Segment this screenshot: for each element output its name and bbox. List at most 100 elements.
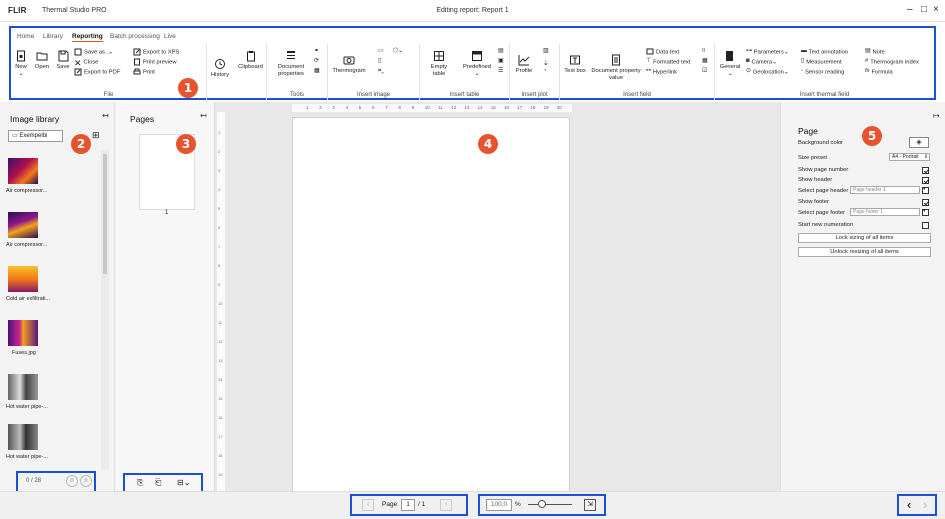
tab-reporting[interactable]: Reporting — [72, 33, 103, 42]
document-properties-button[interactable]: Document properties — [273, 50, 309, 78]
close-button[interactable]: × — [933, 4, 939, 15]
thumbnail-image[interactable] — [8, 266, 38, 292]
thumbnail-image[interactable] — [8, 424, 38, 450]
zoom-input[interactable]: 100,0 — [486, 499, 512, 511]
data-text-button[interactable]: Data text — [646, 48, 679, 56]
list-item[interactable]: Hot water pipe-... — [6, 404, 48, 410]
minimize-button[interactable]: – — [907, 4, 913, 15]
print-button[interactable]: Print — [133, 68, 155, 76]
formatted-text-button[interactable]: ⊤ Formatted text — [646, 58, 690, 66]
save-button[interactable]: Save — [55, 50, 71, 71]
table-icon[interactable]: ▦ — [314, 68, 319, 74]
image-icon[interactable]: ▭ — [378, 48, 383, 54]
checkbox-field-icon[interactable]: ☑ — [702, 68, 707, 74]
duplicate-page-icon[interactable]: ⎗ — [155, 478, 161, 488]
field-table-icon[interactable]: ▦ — [702, 58, 707, 64]
chevron-right-icon[interactable]: › — [923, 497, 927, 512]
collapse-left-icon[interactable]: ↤ — [102, 111, 109, 120]
bar-chart-icon[interactable]: ▥ — [543, 48, 548, 54]
list-item[interactable]: Air compressor... — [6, 188, 47, 194]
thumbnail-image[interactable] — [8, 212, 38, 238]
note-button[interactable]: ▤ Note — [865, 48, 885, 56]
thumbnail-image[interactable] — [8, 374, 38, 400]
pie-chart-icon[interactable]: ◔ — [543, 68, 547, 74]
library-scrollbar-thumb[interactable] — [103, 154, 107, 274]
export-xps-button[interactable]: Export to XPS — [133, 48, 179, 56]
page-layout-icon[interactable]: ⊟⌄ — [177, 478, 190, 487]
camera-field-button[interactable]: ◙ Camera⌄ — [746, 58, 777, 66]
close-document-button[interactable]: ✕ Close — [74, 58, 98, 68]
open-button[interactable]: Open — [34, 50, 50, 71]
fit-page-icon[interactable]: ⇲ — [584, 499, 596, 511]
text-annotation-button[interactable]: ▬ Text annotation — [801, 48, 848, 56]
parameters-button[interactable]: ⊶ Parameters⌄ — [746, 48, 789, 56]
collapse-left-icon[interactable]: ↤ — [200, 111, 207, 120]
remove-image-icon[interactable]: ⊗ — [80, 475, 92, 487]
field-icon[interactable]: ⌑ — [702, 48, 705, 54]
link-icon[interactable]: ⚭ — [314, 48, 319, 54]
lock-sizing-button[interactable]: Lock sizing of all items — [798, 233, 931, 243]
profile-button[interactable]: Profile — [512, 54, 536, 75]
add-page-icon[interactable]: ⎘ — [137, 478, 143, 488]
tab-batch-processing[interactable]: Batch processing — [110, 33, 160, 40]
show-header-checkbox[interactable] — [922, 177, 929, 184]
page-number-input[interactable]: 1 — [401, 499, 415, 511]
shape-icon[interactable]: ⬡⌄ — [393, 48, 403, 54]
history-button[interactable]: History — [209, 58, 231, 79]
chevron-left-icon[interactable]: ‹ — [907, 497, 911, 512]
page-header-select[interactable]: Page header 1 — [850, 186, 920, 194]
next-page-button[interactable]: › — [440, 499, 452, 511]
collapse-right-icon[interactable]: ↦ — [933, 111, 940, 120]
report-page[interactable] — [292, 117, 570, 492]
hyperlink-button[interactable]: ⚯ Hyperlink — [646, 68, 677, 76]
background-color-picker[interactable]: ◈ — [909, 137, 929, 148]
previous-page-button[interactable]: ‹ — [362, 499, 374, 511]
grid-view-icon[interactable]: ⊞ — [92, 130, 100, 141]
thumbnail-image[interactable] — [8, 320, 38, 346]
tab-live[interactable]: Live — [164, 33, 176, 40]
predefined-table-button[interactable]: Predefined ⌄ — [462, 50, 492, 78]
show-footer-checkbox[interactable] — [922, 199, 929, 206]
add-image-icon[interactable]: ⊕ — [66, 475, 78, 487]
list-item[interactable]: Air compressor... — [6, 242, 47, 248]
tab-home[interactable]: Home — [17, 33, 34, 40]
save-as-button[interactable]: Save as..⌄ — [74, 48, 113, 56]
unlock-resizing-button[interactable]: Unlock resizing of all items — [798, 247, 931, 257]
empty-table-button[interactable]: Empty table — [424, 50, 454, 78]
clipboard-button[interactable]: Clipboard — [236, 50, 265, 71]
thumbnail-image[interactable] — [8, 158, 38, 184]
document-property-value-button[interactable]: Document property value — [590, 54, 642, 82]
scale-icon[interactable]: ▯ — [378, 58, 381, 64]
new-button[interactable]: New ⌄ — [13, 50, 29, 78]
geolocation-button[interactable]: ⊙ Geolocation⌄ — [746, 68, 789, 76]
start-new-numeration-checkbox[interactable] — [922, 222, 929, 229]
list-icon[interactable]: ☰ — [498, 68, 503, 74]
list-item[interactable]: Cold air exfiltrati... — [6, 296, 50, 302]
text-box-button[interactable]: Text box — [564, 54, 586, 75]
measurement-button[interactable]: ▯ Measurement — [801, 58, 842, 66]
page-footer-select[interactable]: Page footer 1 — [850, 208, 920, 216]
show-page-number-checkbox[interactable] — [922, 167, 929, 174]
zoom-slider[interactable] — [528, 504, 572, 505]
crop-icon[interactable]: ⌗⌄ — [378, 68, 384, 75]
thermogram-button[interactable]: Thermogram — [330, 54, 368, 75]
table-comment-icon[interactable]: ▤ — [498, 48, 503, 54]
maximize-button[interactable]: □ — [921, 4, 927, 15]
folder-selector[interactable]: ▭ Exempelbi — [8, 130, 63, 142]
tab-library[interactable]: Library — [43, 33, 63, 40]
refresh-icon[interactable]: ⟳ — [314, 58, 319, 64]
page-header-dropdown-button[interactable]: ▾ — [922, 186, 929, 194]
general-button[interactable]: General ⌄ — [719, 50, 741, 78]
list-item[interactable]: Hot water pipe-... — [6, 454, 48, 460]
list-item[interactable]: Fuses.jpg — [12, 350, 36, 356]
sensor-reading-button[interactable]: ◦ Sensor reading — [801, 68, 844, 76]
print-preview-button[interactable]: Print preview — [133, 58, 177, 66]
thermogram-index-button[interactable]: # Thermogram index — [865, 58, 919, 66]
table-image-icon[interactable]: ▣ — [498, 58, 503, 64]
size-preset-select[interactable]: A4 - Portrait ⇕ — [889, 153, 930, 161]
zoom-slider-thumb[interactable] — [538, 500, 546, 508]
histogram-icon[interactable]: ⏚ — [543, 58, 549, 67]
export-pdf-button[interactable]: Export to PDF — [74, 68, 120, 76]
page-footer-dropdown-button[interactable]: ▾ — [922, 208, 929, 216]
formula-button[interactable]: fx Formula — [865, 68, 893, 76]
